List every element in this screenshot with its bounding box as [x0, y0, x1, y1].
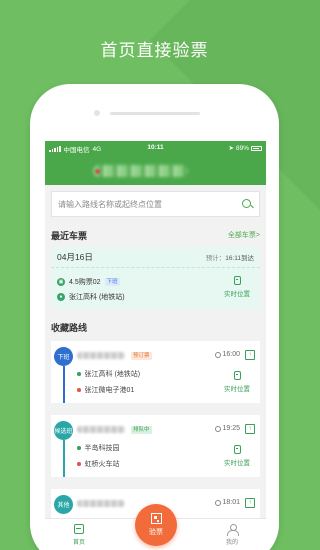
home-bus-icon	[74, 524, 84, 534]
route-end-stop: 张江微电子港01	[77, 385, 134, 395]
scan-ticket-button[interactable]: 验票	[135, 504, 177, 546]
search-icon[interactable]	[242, 198, 253, 210]
route-end-stop: 虹桥火车站	[77, 459, 120, 469]
recent-tickets-header: 最近车票 全部车票>	[45, 229, 266, 241]
favorite-route-card[interactable]: 候选班 排队中 19:25 ↑ 半岛科技园 虹桥火车站 实时位置	[51, 415, 260, 477]
recent-tickets-title: 最近车票	[51, 230, 88, 241]
pin-top-icon[interactable]: ↑	[245, 424, 255, 434]
stop-icon: ●	[57, 292, 65, 301]
end-dot-icon	[77, 388, 81, 392]
route-start-stop: 半岛科技园	[77, 443, 120, 453]
company-logo	[95, 169, 100, 174]
route-status-tag: 预订票	[131, 352, 152, 360]
clock-icon	[215, 351, 222, 358]
blurred-company-title	[93, 165, 188, 177]
status-bar: 中国电信 4G 10:11 ➤ 89%	[45, 141, 266, 155]
route-departure: 16:00	[215, 351, 240, 358]
route-line	[63, 440, 65, 477]
bus-icon	[233, 445, 241, 454]
tab-home[interactable]: 首页	[59, 524, 99, 546]
route-departure: 18:01	[215, 499, 240, 506]
favorite-route-card[interactable]: 下班 预订票 16:00 ↑ 张江高科 (地铁站) 张江微电子港01 实时位置	[51, 341, 260, 403]
tab-home-label: 首页	[72, 540, 85, 546]
route-realtime-button[interactable]: 实时位置	[222, 371, 252, 393]
start-stop-name: 张江高科 (地铁站)	[84, 371, 141, 378]
clock-icon	[215, 499, 222, 506]
route-time: 19:25	[222, 425, 240, 432]
route-time: 16:00	[222, 351, 240, 358]
end-dot-icon	[77, 462, 81, 466]
scan-ticket-label: 验票	[149, 529, 163, 536]
bus-icon	[233, 371, 241, 380]
ticket-stop-name: 张江高科 (地铁站)	[69, 293, 125, 301]
blurred-route-name	[77, 352, 125, 359]
battery-icon	[251, 145, 262, 151]
route-line	[63, 366, 65, 403]
ticket-line-name: 4.5购票02	[69, 278, 101, 286]
start-dot-icon	[77, 372, 81, 376]
battery-percent: 89%	[235, 144, 249, 152]
search-bar[interactable]	[51, 191, 260, 217]
qr-code-icon	[150, 513, 162, 524]
favorites-title: 收藏路线	[51, 322, 88, 333]
route-time: 18:01	[222, 499, 240, 506]
user-icon	[227, 524, 239, 536]
blurred-route-name	[77, 500, 125, 507]
end-stop-name: 张江微电子港01	[84, 387, 135, 394]
promo-headline: 首页直接验票	[100, 41, 209, 60]
eta-label: 预计：	[205, 255, 226, 262]
route-start-stop: 张江高科 (地铁站)	[77, 369, 140, 379]
eta-time: 16:11到达	[225, 255, 254, 262]
app-header	[45, 155, 266, 185]
pin-top-icon[interactable]: ↑	[245, 498, 255, 508]
recent-ticket-card[interactable]: 04月16日 预计：16:11到达 ▣ 4.5购票02 下班 ● 张江高科 (地…	[51, 247, 260, 309]
start-dot-icon	[77, 446, 81, 450]
bus-icon	[233, 276, 241, 285]
bus-line-icon: ▣	[57, 277, 65, 286]
route-badge: 候选班	[54, 421, 73, 440]
clock-icon	[215, 425, 222, 432]
route-status-tag: 排队中	[131, 426, 152, 434]
app-screen: 中国电信 4G 10:11 ➤ 89% 最近车票 全部车票> 04月16日 预计…	[45, 141, 266, 550]
ticket-line-tag: 下班	[104, 277, 120, 286]
location-icon: ➤	[228, 145, 234, 152]
phone-camera	[94, 110, 100, 116]
pin-top-icon[interactable]: ↑	[245, 350, 255, 360]
ticket-realtime-button[interactable]: 实时位置	[222, 276, 252, 298]
route-departure: 19:25	[215, 425, 240, 432]
all-tickets-link[interactable]: 全部车票>	[228, 230, 260, 240]
route-realtime-button[interactable]: 实时位置	[222, 445, 252, 467]
ticket-eta: 预计：16:11到达	[206, 252, 254, 262]
realtime-label: 实时位置	[224, 386, 250, 393]
route-badge: 下班	[54, 347, 73, 366]
realtime-label: 实时位置	[224, 460, 250, 467]
route-badge: 其他	[54, 495, 73, 514]
phone-speaker	[110, 112, 200, 115]
ticket-date-row: 04月16日 预计：16:11到达	[51, 247, 260, 269]
favorites-header: 收藏路线	[45, 321, 266, 333]
search-input[interactable]	[58, 199, 242, 209]
end-stop-name: 虹桥火车站	[84, 461, 120, 468]
tab-mine-label: 我的	[225, 540, 238, 546]
ticket-body: ▣ 4.5购票02 下班 ● 张江高科 (地铁站) 实时位置	[51, 267, 260, 309]
tab-mine[interactable]: 我的	[212, 524, 252, 546]
blurred-route-name	[77, 426, 125, 433]
realtime-label: 实时位置	[224, 291, 250, 298]
ticket-date: 04月16日	[57, 252, 93, 262]
start-stop-name: 半岛科技园	[84, 445, 120, 452]
